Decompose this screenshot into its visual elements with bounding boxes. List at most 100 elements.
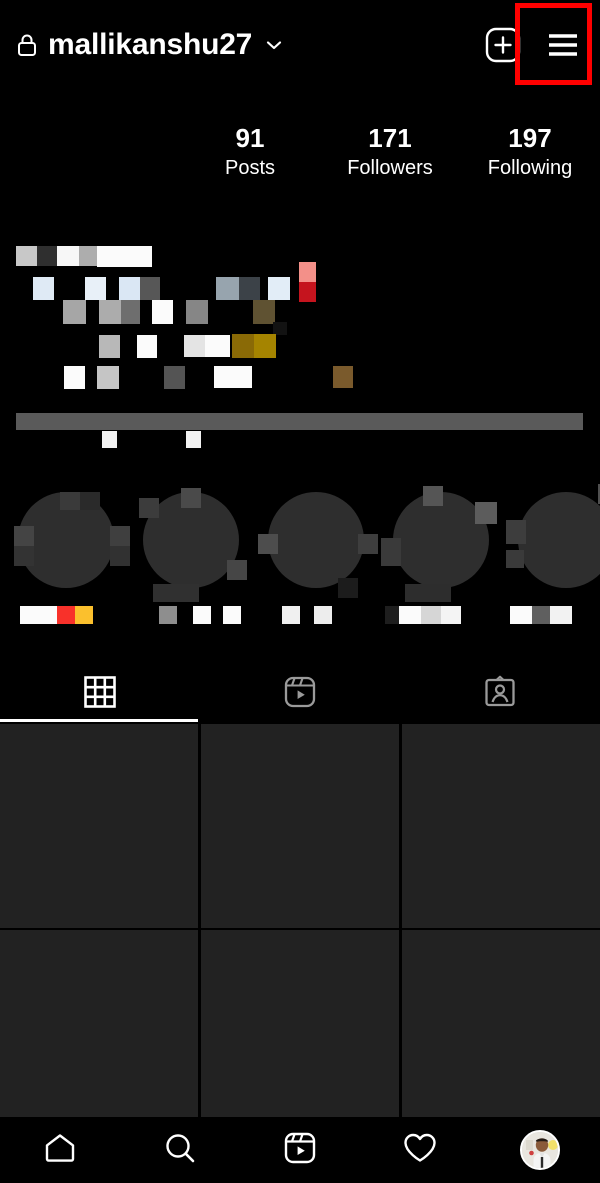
bio-pixel-block	[119, 277, 140, 300]
highlight-pixel-block	[506, 520, 526, 544]
highlight-pixel-block	[110, 546, 130, 566]
highlight-label-block	[399, 606, 421, 624]
stat-followers-value: 171	[368, 123, 412, 153]
bio-pixel-block	[121, 300, 140, 324]
highlight-label-block	[385, 606, 399, 624]
nav-home[interactable]	[0, 1131, 120, 1170]
highlight-label-block	[20, 606, 57, 624]
stat-posts-value: 91	[235, 123, 265, 153]
home-icon	[43, 1131, 77, 1170]
highlight-1[interactable]	[6, 478, 130, 643]
highlight-pixel-block	[227, 560, 247, 580]
highlight-5[interactable]	[506, 478, 600, 643]
highlight-label-pixelated	[131, 606, 251, 624]
highlight-label-block	[193, 606, 211, 624]
highlight-pixel-block	[258, 534, 278, 554]
highlight-label-block	[223, 606, 241, 624]
reels-icon	[283, 675, 317, 709]
bio-pixel-block	[97, 366, 119, 389]
bio-pixel-block	[205, 335, 230, 357]
bio-pixel-block	[97, 246, 152, 267]
plus-square-icon[interactable]	[484, 26, 522, 64]
highlight-label-block	[532, 606, 550, 624]
instagram-profile-screen: mallikanshu27 91 Posts 171 Followers 197…	[0, 0, 600, 1183]
stat-posts-label: Posts	[224, 157, 276, 179]
highlight-2[interactable]	[131, 478, 251, 643]
search-icon	[163, 1131, 197, 1170]
grid-post-cell[interactable]	[0, 724, 198, 928]
nav-search[interactable]	[120, 1131, 240, 1170]
highlight-pixel-block	[60, 492, 80, 510]
highlight-label-block	[57, 606, 75, 624]
chevron-down-icon[interactable]	[264, 35, 284, 55]
bio-pixel-block	[232, 334, 254, 358]
bio-pixel-block	[85, 277, 106, 300]
highlight-pixel-block	[181, 488, 201, 508]
grid-post-cell[interactable]	[0, 930, 198, 1134]
nav-activity[interactable]	[360, 1131, 480, 1170]
highlight-label-pixelated	[6, 606, 126, 624]
highlight-label-block	[314, 606, 332, 624]
tab-tagged[interactable]	[400, 662, 600, 722]
bio-pixel-block	[299, 282, 316, 302]
nav-profile[interactable]	[480, 1130, 600, 1170]
edit-profile-button-blurred[interactable]	[16, 413, 583, 430]
bio-pixel-block	[164, 366, 185, 389]
highlight-thumbnail-pixelated	[506, 484, 600, 588]
highlight-pixel-block	[423, 486, 443, 506]
action-bar-mark	[102, 431, 117, 448]
highlight-thumbnail-pixelated	[139, 488, 247, 602]
highlight-pixel-block	[475, 502, 497, 524]
highlight-pixel-block	[110, 526, 130, 546]
highlight-pixel-block	[381, 538, 401, 566]
bio-pixel-block	[63, 300, 86, 324]
bio-pixel-block	[37, 246, 57, 266]
hamburger-menu-icon[interactable]	[542, 24, 584, 66]
bio-pixel-block	[64, 366, 85, 389]
profile-tabs	[0, 662, 600, 722]
highlight-label-block	[510, 606, 532, 624]
bio-pixel-block	[99, 335, 120, 358]
highlight-pixel-block	[358, 534, 378, 554]
bio-pixel-block	[33, 277, 54, 300]
bio-pixel-block	[137, 335, 157, 358]
highlight-thumbnail-pixelated	[258, 492, 378, 598]
bio-pixel-block	[268, 277, 290, 300]
bio-pixel-block	[214, 366, 252, 388]
action-bar-mark	[186, 431, 201, 448]
bio-pixel-block	[239, 277, 260, 300]
highlight-label-pixelated	[506, 606, 600, 624]
highlight-4[interactable]	[381, 478, 501, 643]
bio-pixel-block	[299, 262, 316, 282]
highlight-label-pixelated	[381, 606, 501, 624]
post-grid	[0, 724, 600, 1134]
highlight-pixel-block	[14, 526, 34, 546]
highlight-label-block	[159, 606, 177, 624]
grid-post-cell[interactable]	[201, 724, 399, 928]
highlight-pixel-block	[14, 546, 34, 566]
grid-post-cell[interactable]	[402, 930, 600, 1134]
highlight-label-pixelated	[256, 606, 376, 624]
highlight-3[interactable]	[256, 478, 378, 643]
stat-followers[interactable]: 171 Followers	[320, 125, 460, 205]
header-actions	[484, 24, 584, 66]
stat-posts[interactable]: 91 Posts	[180, 125, 320, 205]
bottom-navigation	[0, 1117, 600, 1183]
stat-following[interactable]: 197 Following	[460, 125, 600, 205]
highlight-pixel-block	[338, 578, 358, 598]
tab-reels[interactable]	[200, 662, 400, 722]
grid-icon	[83, 675, 117, 709]
bio-pixel-block	[140, 277, 160, 300]
avatar-icon	[520, 1130, 560, 1170]
heart-icon	[402, 1131, 438, 1170]
bio-pixel-block	[186, 300, 208, 324]
highlight-pixel-block	[153, 584, 199, 602]
active-tab-underline	[0, 719, 198, 722]
bio-pixel-block	[16, 246, 37, 266]
nav-reels[interactable]	[240, 1131, 360, 1170]
grid-post-cell[interactable]	[201, 930, 399, 1134]
tab-grid[interactable]	[0, 662, 200, 722]
grid-post-cell[interactable]	[402, 724, 600, 928]
username-button[interactable]: mallikanshu27	[16, 30, 284, 60]
stat-followers-label: Followers	[347, 157, 433, 179]
